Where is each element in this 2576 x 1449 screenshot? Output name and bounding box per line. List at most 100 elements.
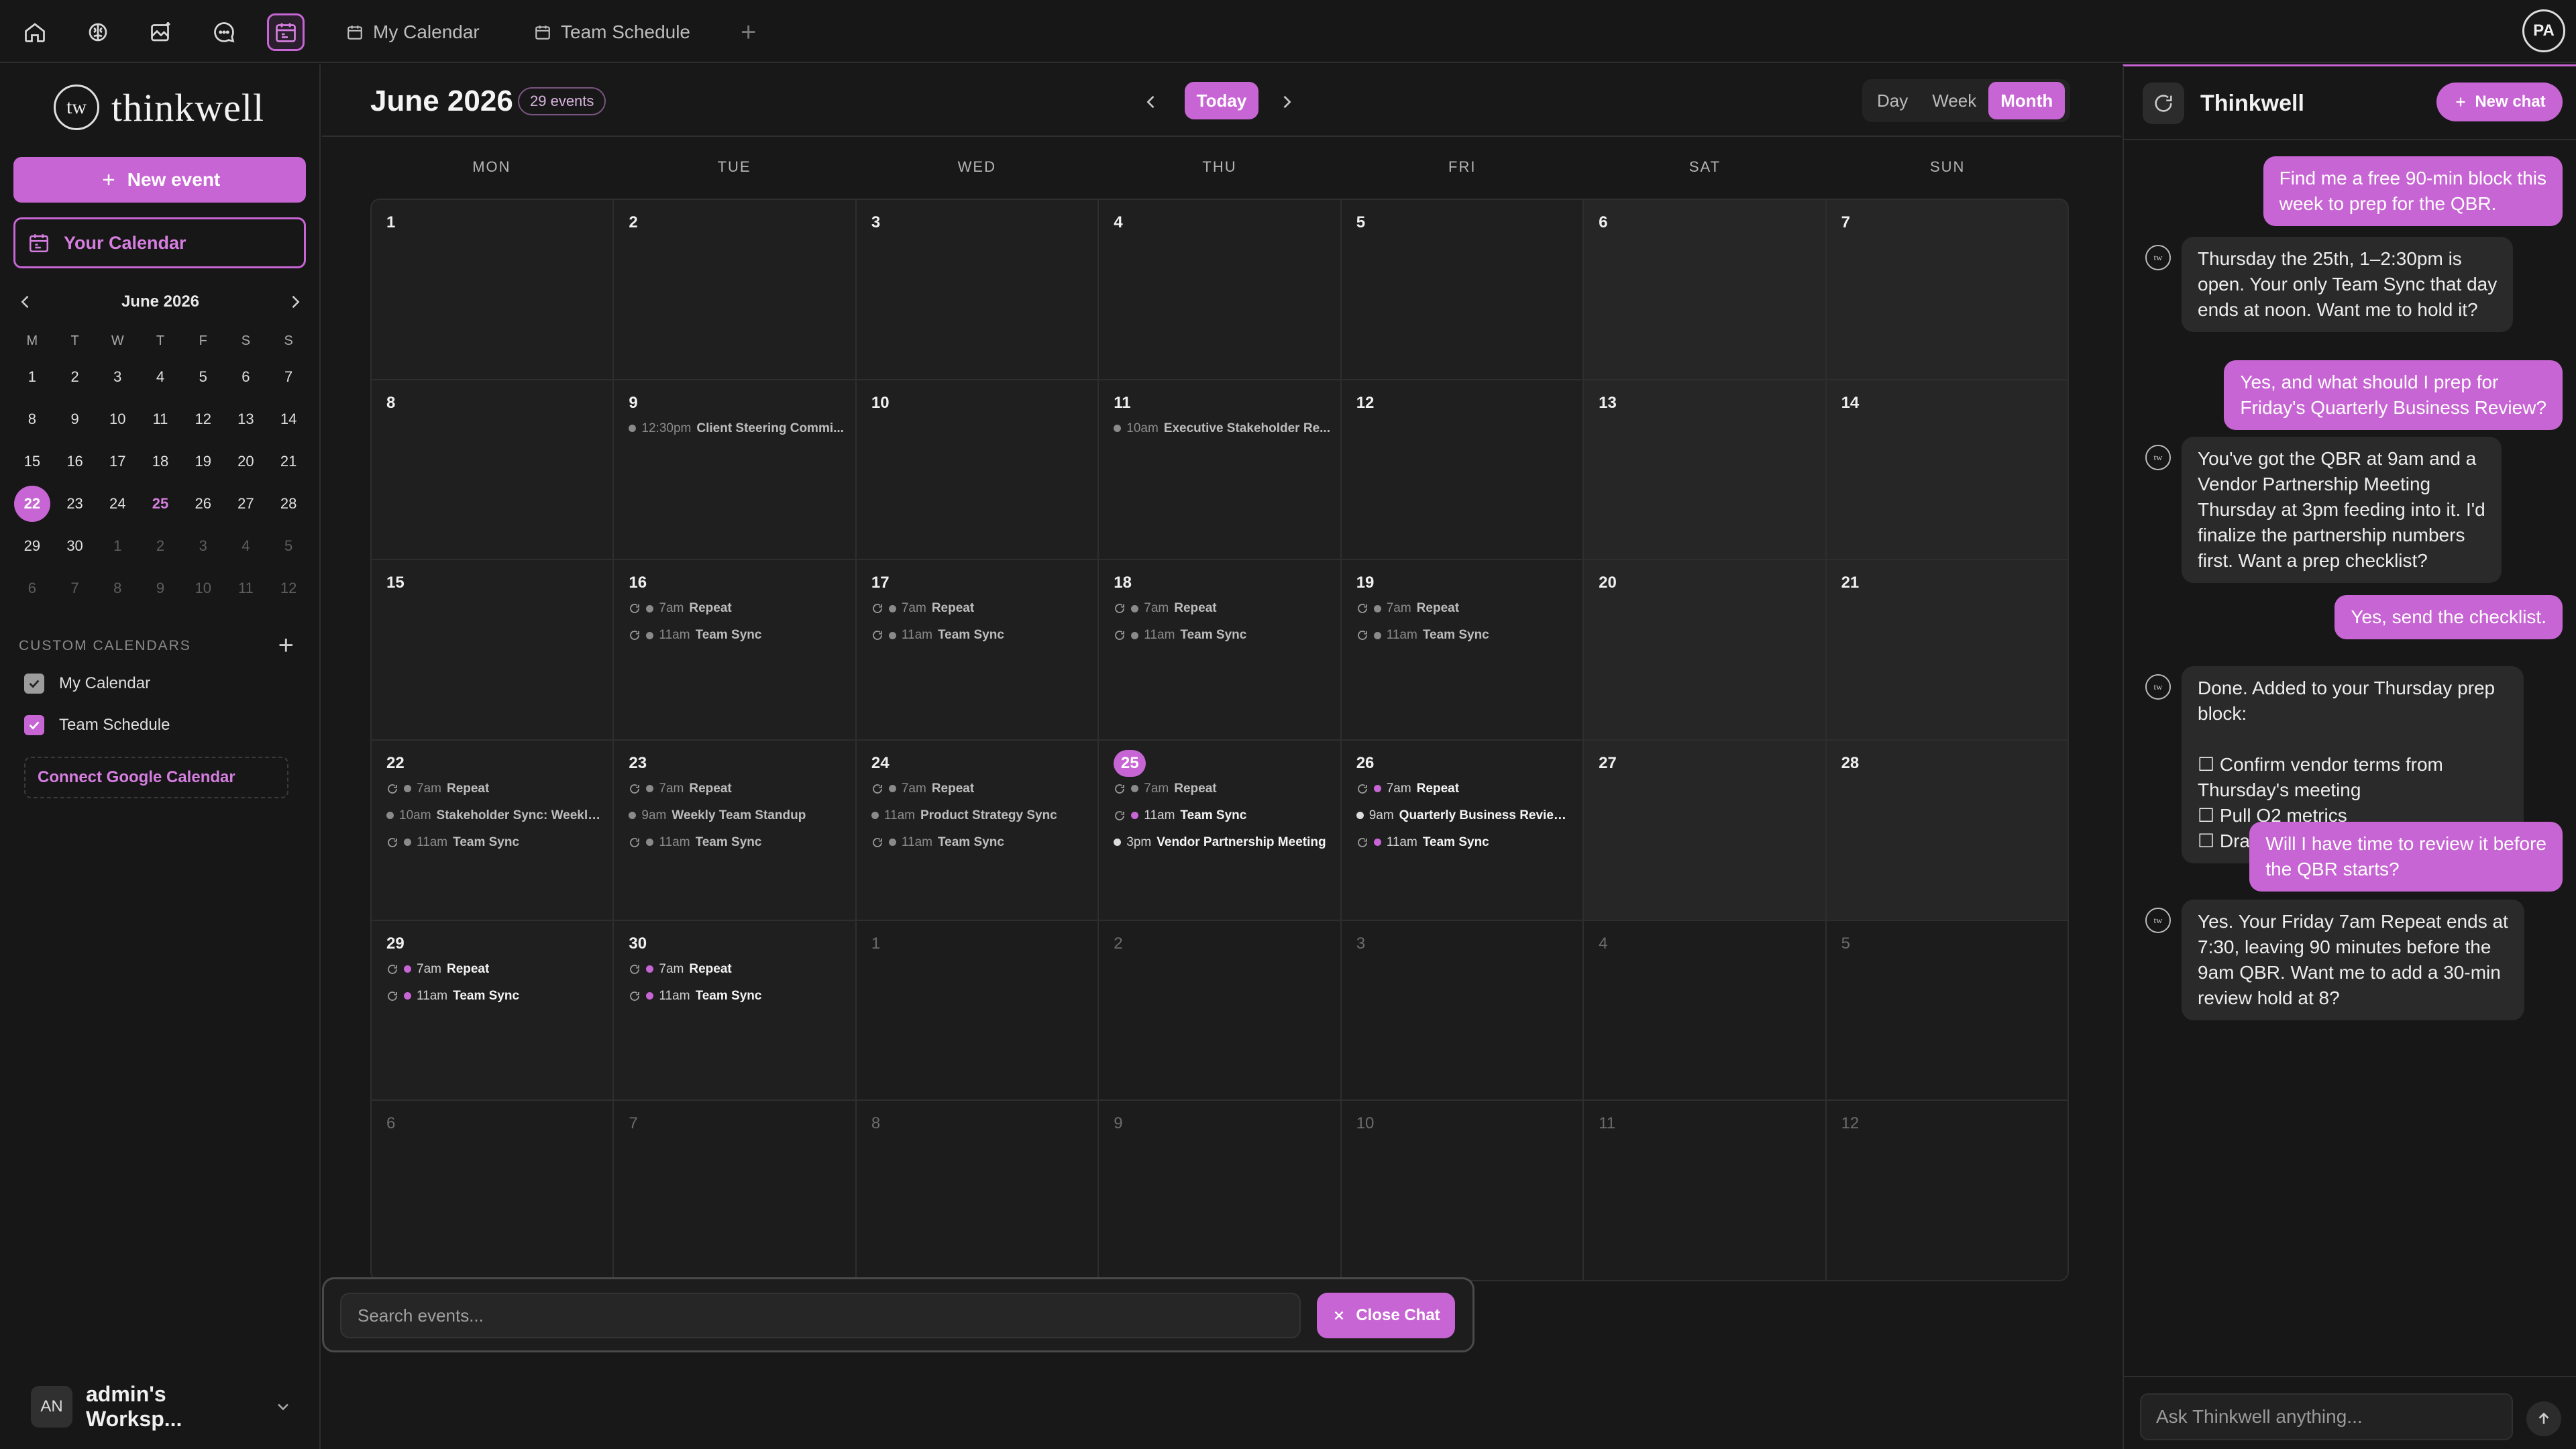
calendar-day-cell[interactable]: 4 xyxy=(1584,920,1825,1100)
mini-calendar-day[interactable]: 5 xyxy=(182,356,225,398)
calendar-event[interactable]: 7am Repeat xyxy=(1356,775,1573,802)
mini-calendar-day[interactable]: 23 xyxy=(54,482,97,525)
calendar-event[interactable]: 7am Repeat xyxy=(386,956,603,983)
calendar-event[interactable]: 7am Repeat xyxy=(629,775,845,802)
calendar-day-cell[interactable]: 27 xyxy=(1584,740,1825,920)
calendar-day-cell[interactable]: 2 xyxy=(1099,920,1340,1100)
calendar-day-cell[interactable]: 4 xyxy=(1099,200,1340,379)
mini-calendar-day[interactable]: 20 xyxy=(225,440,268,482)
mini-calendar-day[interactable]: 30 xyxy=(54,525,97,567)
workspace-switcher[interactable]: AN admin's Worksp... xyxy=(31,1382,292,1431)
calendar-event[interactable]: 11am Team Sync xyxy=(629,829,845,856)
calendar-day-cell[interactable]: 13 xyxy=(1584,380,1825,559)
search-events-input[interactable] xyxy=(340,1293,1301,1338)
mini-calendar-day[interactable]: 28 xyxy=(267,482,310,525)
home-icon[interactable] xyxy=(16,13,54,51)
calendar-event[interactable]: 7am Repeat xyxy=(871,775,1088,802)
calendar-event[interactable]: 7am Repeat xyxy=(1114,595,1330,622)
mini-calendar-day[interactable]: 19 xyxy=(182,440,225,482)
calendar-icon[interactable] xyxy=(267,13,305,51)
mini-calendar-day[interactable]: 9 xyxy=(139,567,182,609)
mini-calendar-day[interactable]: 25 xyxy=(139,482,182,525)
mini-calendar-day[interactable]: 1 xyxy=(96,525,139,567)
calendar-event[interactable]: 11am Team Sync xyxy=(629,622,845,649)
mini-calendar-day[interactable]: 15 xyxy=(11,440,54,482)
mini-calendar-day[interactable]: 13 xyxy=(225,398,268,440)
calendar-day-cell[interactable]: 9 xyxy=(1099,1101,1340,1280)
mini-calendar-day[interactable]: 14 xyxy=(267,398,310,440)
calendar-day-cell[interactable]: 15 xyxy=(372,560,613,739)
view-week-button[interactable]: Week xyxy=(1920,82,1988,119)
calendar-day-cell[interactable]: 28 xyxy=(1826,740,2068,920)
mini-calendar-day[interactable]: 3 xyxy=(182,525,225,567)
calendar-day-cell[interactable]: 5 xyxy=(1826,920,2068,1100)
mini-calendar-day[interactable]: 2 xyxy=(139,525,182,567)
calendar-day-cell[interactable]: 3 xyxy=(1341,920,1583,1100)
calendar-event[interactable]: 11am Team Sync xyxy=(629,983,845,1010)
mini-calendar-day[interactable]: 4 xyxy=(139,356,182,398)
mini-calendar-day[interactable]: 27 xyxy=(225,482,268,525)
image-sparkle-icon[interactable] xyxy=(142,13,180,51)
mini-calendar-day[interactable]: 11 xyxy=(139,398,182,440)
calendar-day-cell[interactable]: 12 xyxy=(1826,1101,2068,1280)
calendar-day-cell[interactable]: 30 7am Repeat 11am Team Sync xyxy=(614,920,855,1100)
calendar-event[interactable]: 11am Team Sync xyxy=(386,829,603,856)
calendar-toggle-my-calendar[interactable]: My Calendar xyxy=(24,674,150,694)
calendar-day-cell[interactable]: 7 xyxy=(614,1101,855,1280)
your-calendar-item[interactable]: Your Calendar xyxy=(13,217,306,268)
mini-calendar-day[interactable]: 4 xyxy=(225,525,268,567)
calendar-day-cell[interactable]: 3 xyxy=(856,200,1098,379)
mini-calendar-day[interactable]: 8 xyxy=(96,567,139,609)
calendar-day-cell[interactable]: 20 xyxy=(1584,560,1825,739)
calendar-day-cell[interactable]: 26 7am Repeat 9am Quarterly Business Review.… xyxy=(1341,740,1583,920)
calendar-event[interactable]: 9am Weekly Team Standup xyxy=(629,802,845,829)
calendar-event[interactable]: 11am Team Sync xyxy=(1356,622,1573,649)
mini-calendar-day[interactable]: 17 xyxy=(96,440,139,482)
calendar-day-cell[interactable]: 29 7am Repeat 11am Team Sync xyxy=(372,920,613,1100)
calendar-event[interactable]: 11am Product Strategy Sync xyxy=(871,802,1088,829)
calendar-day-cell[interactable]: 5 xyxy=(1341,200,1583,379)
mini-calendar-day[interactable]: 12 xyxy=(267,567,310,609)
calendar-day-cell[interactable]: 12 xyxy=(1341,380,1583,559)
calendar-event[interactable]: 7am Repeat xyxy=(1114,775,1330,802)
view-month-button[interactable]: Month xyxy=(1988,82,2065,119)
calendar-day-cell[interactable]: 22 7am Repeat 10am Stakeholder Sync: Weekly.… xyxy=(372,740,613,920)
calendar-event[interactable]: 7am Repeat xyxy=(629,956,845,983)
calendar-day-cell[interactable]: 11 10am Executive Stakeholder Re... xyxy=(1099,380,1340,559)
mini-calendar-day[interactable]: 5 xyxy=(267,525,310,567)
mini-calendar-day[interactable]: 10 xyxy=(96,398,139,440)
calendar-event[interactable]: 7am Repeat xyxy=(386,775,603,802)
checkbox-checked-icon[interactable] xyxy=(24,715,44,735)
calendar-event[interactable]: 7am Repeat xyxy=(871,595,1088,622)
calendar-event[interactable]: 7am Repeat xyxy=(629,595,845,622)
chat-input[interactable] xyxy=(2140,1393,2513,1440)
mini-calendar-day[interactable]: 1 xyxy=(11,356,54,398)
new-event-button[interactable]: New event xyxy=(13,157,306,203)
tab-my-calendar[interactable]: My Calendar xyxy=(346,17,480,47)
calendar-day-cell[interactable]: 16 7am Repeat 11am Team Sync xyxy=(614,560,855,739)
mini-calendar-day[interactable]: 18 xyxy=(139,440,182,482)
calendar-day-cell[interactable]: 10 xyxy=(1341,1101,1583,1280)
calendar-day-cell[interactable]: 6 xyxy=(1584,200,1825,379)
mini-calendar-day[interactable]: 11 xyxy=(225,567,268,609)
view-day-button[interactable]: Day xyxy=(1865,82,1920,119)
brain-icon[interactable] xyxy=(79,13,117,51)
add-tab-button[interactable]: + xyxy=(741,17,756,47)
mini-calendar-day[interactable]: 22 xyxy=(11,482,54,525)
calendar-event[interactable]: 10am Stakeholder Sync: Weekly... xyxy=(386,802,603,829)
chat-bubble-icon[interactable] xyxy=(205,13,243,51)
calendar-event[interactable]: 11am Team Sync xyxy=(1114,802,1330,829)
close-chat-button[interactable]: Close Chat xyxy=(1317,1293,1455,1338)
user-avatar[interactable]: PA xyxy=(2522,9,2565,52)
calendar-day-cell[interactable]: 18 7am Repeat 11am Team Sync xyxy=(1099,560,1340,739)
calendar-day-cell[interactable]: 1 xyxy=(856,920,1098,1100)
calendar-event[interactable]: 3pm Vendor Partnership Meeting xyxy=(1114,829,1330,856)
calendar-day-cell[interactable]: 10 xyxy=(856,380,1098,559)
calendar-day-cell[interactable]: 1 xyxy=(372,200,613,379)
mini-calendar-day[interactable]: 29 xyxy=(11,525,54,567)
chevron-left-icon[interactable] xyxy=(16,292,35,311)
calendar-day-cell[interactable]: 23 7am Repeat 9am Weekly Team Standup 11am Tea… xyxy=(614,740,855,920)
calendar-day-cell[interactable]: 19 7am Repeat 11am Team Sync xyxy=(1341,560,1583,739)
mini-calendar-day[interactable]: 7 xyxy=(54,567,97,609)
calendar-toggle-team-schedule[interactable]: Team Schedule xyxy=(24,715,170,735)
